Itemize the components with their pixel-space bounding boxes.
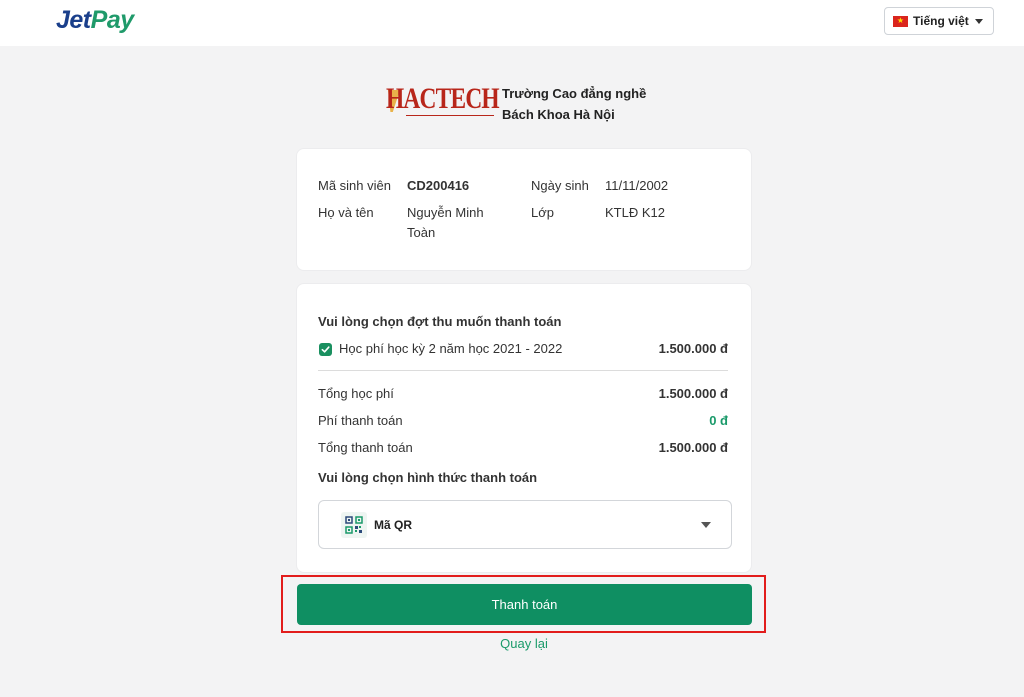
jetpay-logo[interactable]: JetPay xyxy=(56,6,134,35)
top-bar: JetPay ★ Tiếng việt xyxy=(0,0,1024,46)
dob-value: 11/11/2002 xyxy=(605,178,669,193)
school-name-line1: Trường Cao đẳng nghề xyxy=(502,86,647,101)
vietnam-flag-icon: ★ xyxy=(893,15,908,27)
divider xyxy=(318,370,728,371)
full-name-line1: Nguyễn Minh xyxy=(407,205,484,220)
fee-item-checkbox[interactable] xyxy=(319,343,332,356)
student-info-card: Mã sinh viên CD200416 Ngày sinh 11/11/20… xyxy=(296,148,752,271)
dob-label: Ngày sinh xyxy=(531,178,589,193)
total-fee-label: Tổng học phí xyxy=(318,386,394,401)
class-value: KTLĐ K12 xyxy=(605,205,665,220)
logo-jet: Jet xyxy=(56,6,91,34)
chevron-down-icon xyxy=(701,522,711,528)
payment-method-label: Mã QR xyxy=(374,517,413,532)
qr-code-icon xyxy=(341,511,367,538)
payment-method-select[interactable]: Mã QR xyxy=(318,500,732,549)
school-header: HACTECH Trường Cao đẳng nghề Bách Khoa H… xyxy=(384,83,646,125)
back-link-row: Quay lại xyxy=(0,636,1024,651)
pay-button[interactable]: Thanh toán xyxy=(297,584,752,625)
payment-fee-value: 0 đ xyxy=(709,413,728,428)
language-selector[interactable]: ★ Tiếng việt xyxy=(884,7,994,35)
choose-period-title: Vui lòng chọn đợt thu muốn thanh toán xyxy=(318,314,562,329)
class-label: Lớp xyxy=(531,205,554,220)
language-label: Tiếng việt xyxy=(913,14,969,28)
full-name-label: Họ và tên xyxy=(318,205,374,220)
chevron-down-icon xyxy=(974,18,983,24)
student-id-label: Mã sinh viên xyxy=(318,178,391,193)
school-logo: HACTECH xyxy=(384,84,500,124)
total-fee-value: 1.500.000 đ xyxy=(658,386,728,401)
full-name-line2: Toàn xyxy=(407,225,436,240)
check-icon xyxy=(321,346,330,353)
logo-pay: Pay xyxy=(90,6,134,34)
full-name-value: Nguyễn Minh Toàn xyxy=(407,203,484,243)
total-payment-label: Tổng thanh toán xyxy=(318,440,413,455)
fee-item-amount: 1.500.000 đ xyxy=(658,341,728,356)
school-logo-tagline xyxy=(406,115,494,119)
payment-card: Vui lòng chọn đợt thu muốn thanh toán Họ… xyxy=(296,283,752,573)
school-logo-text: HACTECH xyxy=(386,82,500,115)
student-id-value: CD200416 xyxy=(407,178,470,193)
choose-method-title: Vui lòng chọn hình thức thanh toán xyxy=(318,470,538,485)
fee-item-label[interactable]: Học phí học kỳ 2 năm học 2021 - 2022 xyxy=(339,341,562,356)
payment-fee-label: Phí thanh toán xyxy=(318,413,403,428)
back-link[interactable]: Quay lại xyxy=(500,636,548,651)
school-name: Trường Cao đẳng nghề Bách Khoa Hà Nội xyxy=(502,83,646,125)
school-name-line2: Bách Khoa Hà Nội xyxy=(502,107,615,122)
total-payment-value: 1.500.000 đ xyxy=(658,440,728,455)
